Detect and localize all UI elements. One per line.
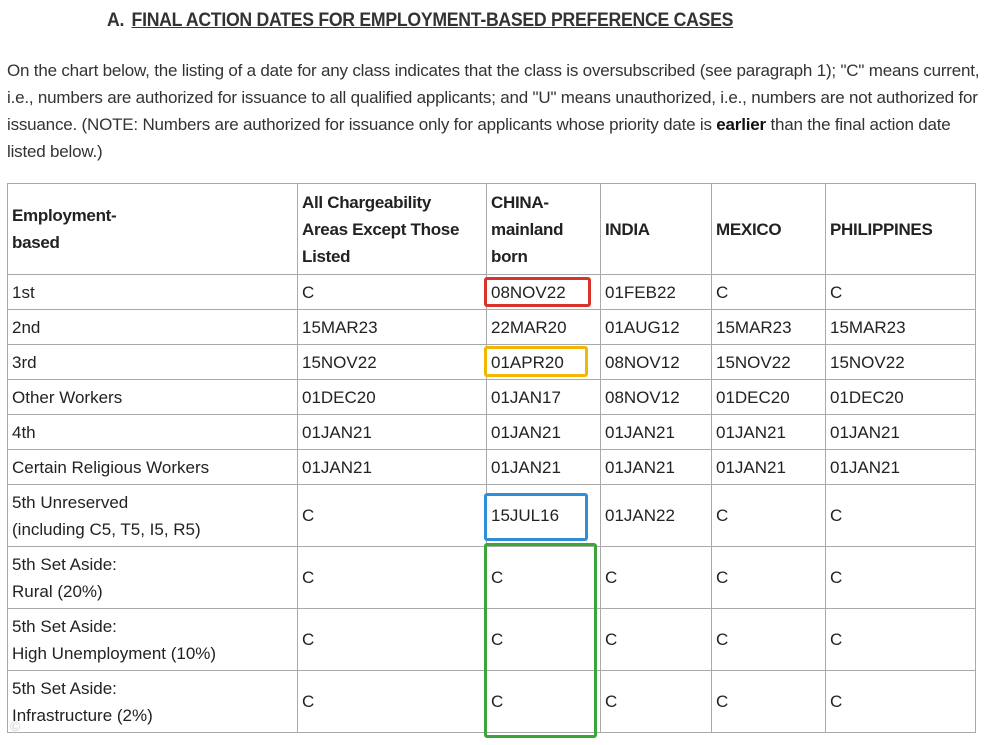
cell-india: 01FEB22 [600,274,712,310]
cell-all: 01JAN21 [297,449,487,485]
cell-mexico: 01DEC20 [711,379,826,415]
table-row: 5th Set Aside: High Unemployment (10%) C … [7,608,976,671]
cell-mexico: 15MAR23 [711,309,826,345]
cell-all: C [297,608,487,671]
row-category-line2: Rural (20%) [12,581,103,601]
table-row: 5th Set Aside: Infrastructure (2%) C C C … [7,670,976,733]
row-category-line2: High Unemployment (10%) [12,643,217,663]
cell-mexico: 01JAN21 [711,414,826,450]
cell-india: 01JAN21 [600,414,712,450]
section-heading: A. FINAL ACTION DATES FOR EMPLOYMENT-BASE… [107,10,733,32]
cell-all: C [297,274,487,310]
cell-mexico: C [711,274,826,310]
row-category-line1: 5th Set Aside: [12,554,117,574]
section-title: FINAL ACTION DATES FOR EMPLOYMENT-BASED … [131,10,734,31]
cell-india: C [600,546,712,609]
cell-philippines: C [825,670,976,733]
cell-mexico: C [711,546,826,609]
row-category: Other Workers [7,379,298,415]
cell-mexico: C [711,484,826,547]
header-china: CHINA-mainland born [486,183,601,275]
cell-india: 01JAN21 [600,449,712,485]
cell-philippines: 01JAN21 [825,449,976,485]
header-employment-based: Employment-based [7,183,298,275]
row-category-line2: Infrastructure (2%) [12,705,153,725]
row-category: 2nd [7,309,298,345]
table-row: 5th Set Aside: Rural (20%) C C C C C [7,546,976,609]
row-category-line1: 5th Unreserved [12,492,129,512]
cell-all: 15MAR23 [297,309,487,345]
cell-philippines: 15NOV22 [825,344,976,380]
cell-china: 22MAR20 [486,309,601,345]
cell-india: C [600,608,712,671]
header-mexico: MEXICO [711,183,826,275]
cell-mexico: 15NOV22 [711,344,826,380]
header-all-chargeability: All Chargeability Areas Except Those Lis… [297,183,487,275]
table-row: 2nd 15MAR23 22MAR20 01AUG12 15MAR23 15MA… [7,309,976,345]
table-header-row: Employment-based All Chargeability Areas… [7,183,976,275]
cell-india: 08NOV12 [600,379,712,415]
cell-china: 01JAN21 [486,414,601,450]
cell-mexico: C [711,670,826,733]
cell-india: 08NOV12 [600,344,712,380]
cell-china: 01JAN17 [486,379,601,415]
cell-china: 08NOV22 [486,274,601,310]
cell-mexico: 01JAN21 [711,449,826,485]
cell-all: 01JAN21 [297,414,487,450]
cell-china: 01JAN21 [486,449,601,485]
cell-china: C [486,608,601,671]
cell-philippines: 01JAN21 [825,414,976,450]
row-category-line1: 5th Set Aside: [12,678,117,698]
cell-all: C [297,546,487,609]
row-category: 5th Set Aside: High Unemployment (10%) [7,608,298,671]
cell-india: 01JAN22 [600,484,712,547]
cell-philippines: 01DEC20 [825,379,976,415]
final-action-dates-table: Employment-based All Chargeability Areas… [7,183,976,733]
cell-india: 01AUG12 [600,309,712,345]
cell-all: C [297,484,487,547]
cell-all: 15NOV22 [297,344,487,380]
table-row: Other Workers 01DEC20 01JAN17 08NOV12 01… [7,379,976,415]
header-india: INDIA [600,183,712,275]
row-category: 1st [7,274,298,310]
header-philippines: PHILIPPINES [825,183,976,275]
table-row: 5th Unreserved (including C5, T5, I5, R5)… [7,484,976,547]
row-category: 5th Set Aside: Infrastructure (2%) [7,670,298,733]
cell-philippines: C [825,608,976,671]
row-category: 5th Unreserved (including C5, T5, I5, R5) [7,484,298,547]
cell-philippines: 15MAR23 [825,309,976,345]
section-letter: A. [107,10,125,31]
row-category: 4th [7,414,298,450]
table-row: 3rd 15NOV22 01APR20 08NOV12 15NOV22 15NO… [7,344,976,380]
cell-china: C [486,670,601,733]
cell-china: 01APR20 [486,344,601,380]
cell-china: 15JUL16 [486,484,601,547]
cell-china: C [486,546,601,609]
cell-india: C [600,670,712,733]
cell-all: C [297,670,487,733]
row-category-line1: 5th Set Aside: [12,616,117,636]
cell-philippines: C [825,484,976,547]
cell-philippines: C [825,546,976,609]
row-category: Certain Religious Workers [7,449,298,485]
cell-mexico: C [711,608,826,671]
row-category-line2: (including C5, T5, I5, R5) [12,519,201,539]
cell-philippines: C [825,274,976,310]
table-row: 1st C 08NOV22 01FEB22 C C [7,274,976,310]
table-row: Certain Religious Workers 01JAN21 01JAN2… [7,449,976,485]
row-category: 5th Set Aside: Rural (20%) [7,546,298,609]
cell-all: 01DEC20 [297,379,487,415]
table-row: 4th 01JAN21 01JAN21 01JAN21 01JAN21 01JA… [7,414,976,450]
row-category: 3rd [7,344,298,380]
intro-emphasis: earlier [716,115,766,134]
intro-paragraph: On the chart below, the listing of a dat… [7,57,982,165]
